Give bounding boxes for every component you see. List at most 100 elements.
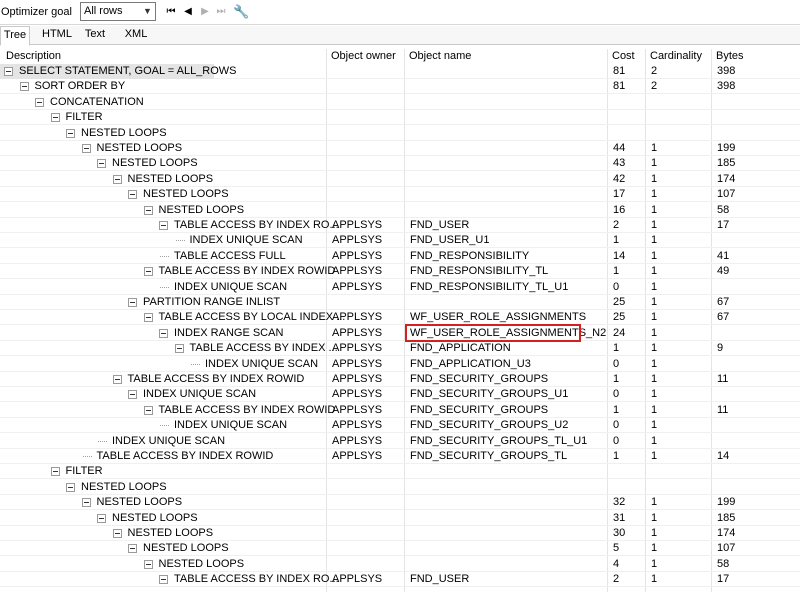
plan-row[interactable]: FILTER bbox=[0, 110, 800, 126]
plan-row[interactable]: NESTED LOOPS 31 1 185 bbox=[0, 511, 800, 526]
plan-row[interactable]: TABLE ACCESS BY INDEX ROWID APPLSYS FND_RE… bbox=[0, 264, 800, 280]
plan-row[interactable]: TABLE ACCESS BY INDEX RO... APPLSYS FND_US… bbox=[0, 572, 800, 588]
column-header-object-name[interactable]: Object name bbox=[409, 50, 471, 62]
plan-row[interactable]: NESTED LOOPS 17 1 107 bbox=[0, 187, 800, 203]
collapse-icon[interactable] bbox=[143, 559, 153, 569]
plan-operation: NESTED LOOPS bbox=[127, 172, 214, 185]
cardinality-value: 1 bbox=[651, 357, 658, 370]
column-header-object-owner[interactable]: Object owner bbox=[331, 50, 396, 62]
plan-operation: TABLE ACCESS BY INDEX ROWID bbox=[127, 373, 305, 385]
column-header-cardinality[interactable]: Cardinality bbox=[650, 50, 702, 62]
plan-operation: PARTITION RANGE INLIST bbox=[143, 296, 281, 308]
collapse-icon[interactable] bbox=[159, 221, 168, 230]
plan-row[interactable]: INDEX UNIQUE SCAN APPLSYS FND_RESPONSIBILI… bbox=[0, 280, 800, 295]
prev-icon[interactable]: ◀ bbox=[180, 3, 196, 20]
plan-row[interactable]: TABLE ACCESS BY INDEX ... APPLSYS FND_APPL… bbox=[0, 341, 800, 357]
collapse-icon[interactable] bbox=[128, 298, 137, 307]
collapse-icon[interactable] bbox=[128, 190, 137, 200]
cardinality-value: 1 bbox=[651, 157, 658, 170]
collapse-icon[interactable] bbox=[174, 344, 184, 354]
collapse-icon[interactable] bbox=[143, 313, 153, 323]
cost-value: 1 bbox=[613, 450, 620, 462]
collapse-icon[interactable] bbox=[143, 205, 153, 215]
collapse-icon[interactable] bbox=[50, 467, 60, 477]
tab-text[interactable]: Text bbox=[80, 26, 110, 45]
collapse-icon[interactable] bbox=[97, 513, 106, 523]
collapse-icon[interactable] bbox=[143, 405, 153, 415]
bytes-value: 58 bbox=[717, 203, 730, 216]
collapse-icon[interactable] bbox=[66, 128, 75, 138]
bytes-value: 11 bbox=[717, 403, 729, 416]
plan-row[interactable]: NESTED LOOPS 32 1 199 bbox=[0, 495, 800, 511]
collapse-icon[interactable] bbox=[81, 498, 91, 508]
tab-xml[interactable]: XML bbox=[118, 26, 154, 45]
last-icon[interactable]: ⏭ bbox=[213, 3, 229, 20]
plan-row[interactable]: TABLE ACCESS BY INDEX ROWID APPLSYS FND_SE… bbox=[0, 403, 800, 418]
plan-row[interactable]: TABLE ACCESS BY INDEX RO... APPLSYS FND_US… bbox=[0, 218, 800, 233]
cost-value: 25 bbox=[613, 311, 626, 324]
column-header-cost[interactable]: Cost bbox=[612, 50, 635, 62]
plan-operation: TABLE ACCESS BY INDEX ROWID bbox=[96, 450, 274, 462]
object-owner: APPLSYS bbox=[332, 357, 383, 370]
collapse-icon[interactable] bbox=[143, 267, 153, 277]
plan-row[interactable]: NESTED LOOPS bbox=[0, 480, 800, 495]
column-header-description[interactable]: Description bbox=[6, 50, 61, 62]
plan-row[interactable]: TABLE ACCESS BY INDEX ROWID APPLSYS FND_SE… bbox=[0, 372, 800, 387]
plan-row[interactable]: NESTED LOOPS 44 1 199 bbox=[0, 141, 800, 156]
plan-row[interactable]: NESTED LOOPS 16 1 58 bbox=[0, 203, 800, 218]
cardinality-value: 1 bbox=[651, 311, 658, 324]
plan-row[interactable]: INDEX UNIQUE SCAN APPLSYS FND_USER_U1 1 1 bbox=[0, 233, 800, 249]
first-icon[interactable]: ⏮ bbox=[163, 3, 179, 20]
optimizer-goal-select[interactable]: All rows ▼ bbox=[80, 2, 156, 21]
collapse-icon[interactable] bbox=[97, 159, 106, 169]
plan-row[interactable]: NESTED LOOPS 30 1 174 bbox=[0, 526, 800, 541]
collapse-icon[interactable] bbox=[4, 67, 13, 76]
cost-value: 1 bbox=[613, 403, 620, 416]
object-owner: APPLSYS bbox=[332, 311, 383, 324]
plan-operation: NESTED LOOPS bbox=[96, 142, 183, 154]
plan-row[interactable]: NESTED LOOPS 4 1 58 bbox=[0, 557, 800, 572]
plan-row[interactable]: INDEX UNIQUE SCAN APPLSYS FND_SECURITY_GRO… bbox=[0, 387, 800, 403]
plan-row[interactable]: TABLE ACCESS BY INDEX ROWID APPLSYS FND_SE… bbox=[0, 449, 800, 464]
plan-operation: INDEX UNIQUE SCAN bbox=[112, 434, 226, 447]
collapse-icon[interactable] bbox=[19, 82, 29, 92]
plan-row[interactable]: NESTED LOOPS 42 1 174 bbox=[0, 172, 800, 187]
wrench-icon[interactable]: 🔧 bbox=[233, 3, 249, 20]
cardinality-value: 1 bbox=[651, 249, 658, 262]
plan-row[interactable]: INDEX UNIQUE SCAN APPLSYS FND_SECURITY_GRO… bbox=[0, 418, 800, 434]
collapse-icon[interactable] bbox=[128, 390, 137, 400]
collapse-icon[interactable] bbox=[112, 375, 122, 384]
collapse-icon[interactable] bbox=[112, 174, 122, 184]
object-owner: APPLSYS bbox=[332, 326, 383, 339]
plan-row[interactable]: NESTED LOOPS 5 1 107 bbox=[0, 541, 800, 557]
plan-row[interactable]: INDEX UNIQUE SCAN APPLSYS FND_SECURITY_GRO… bbox=[0, 434, 800, 449]
collapse-icon[interactable] bbox=[66, 482, 75, 492]
collapse-icon[interactable] bbox=[159, 575, 168, 585]
plan-row[interactable]: NESTED LOOPS bbox=[0, 126, 800, 141]
collapse-icon[interactable] bbox=[128, 544, 137, 554]
plan-row[interactable]: CONCATENATION bbox=[0, 95, 800, 110]
collapse-icon[interactable] bbox=[112, 529, 122, 538]
tab-html[interactable]: HTML bbox=[36, 26, 78, 45]
plan-row[interactable]: TABLE ACCESS BY LOCAL INDEX ... APPLSYS WF… bbox=[0, 310, 800, 326]
plan-row[interactable]: SELECT STATEMENT, GOAL = ALL_ROWS 81 2 398 bbox=[0, 64, 800, 79]
chevron-down-icon[interactable]: ▼ bbox=[140, 3, 155, 20]
collapse-icon[interactable] bbox=[35, 97, 44, 107]
plan-row[interactable]: INDEX RANGE SCAN APPLSYS WF_USER_ROLE_ASSI… bbox=[0, 323, 800, 342]
cardinality-value: 1 bbox=[651, 172, 658, 185]
plan-row[interactable]: PARTITION RANGE INLIST 25 1 67 bbox=[0, 295, 800, 310]
collapse-icon[interactable] bbox=[159, 328, 168, 338]
plan-row[interactable]: FILTER bbox=[0, 464, 800, 480]
plan-row[interactable]: SORT ORDER BY 81 2 398 bbox=[0, 79, 800, 95]
collapse-icon[interactable] bbox=[50, 113, 60, 123]
object-name: FND_SECURITY_GROUPS bbox=[410, 403, 549, 416]
plan-row[interactable]: TABLE ACCESS FULL APPLSYS FND_RESPONSIBILI… bbox=[0, 249, 800, 264]
plan-row[interactable]: NESTED LOOPS 43 1 185 bbox=[0, 156, 800, 172]
collapse-icon[interactable] bbox=[81, 144, 91, 153]
tab-tree[interactable]: Tree bbox=[0, 26, 30, 46]
column-header-bytes[interactable]: Bytes bbox=[716, 50, 744, 62]
object-name: FND_SECURITY_GROUPS_U2 bbox=[410, 419, 569, 432]
plan-row[interactable]: INDEX UNIQUE SCAN APPLSYS FND_APPLICATION_… bbox=[0, 357, 800, 372]
bytes-value: 11 bbox=[717, 373, 729, 385]
next-icon[interactable]: ▶ bbox=[197, 3, 213, 20]
